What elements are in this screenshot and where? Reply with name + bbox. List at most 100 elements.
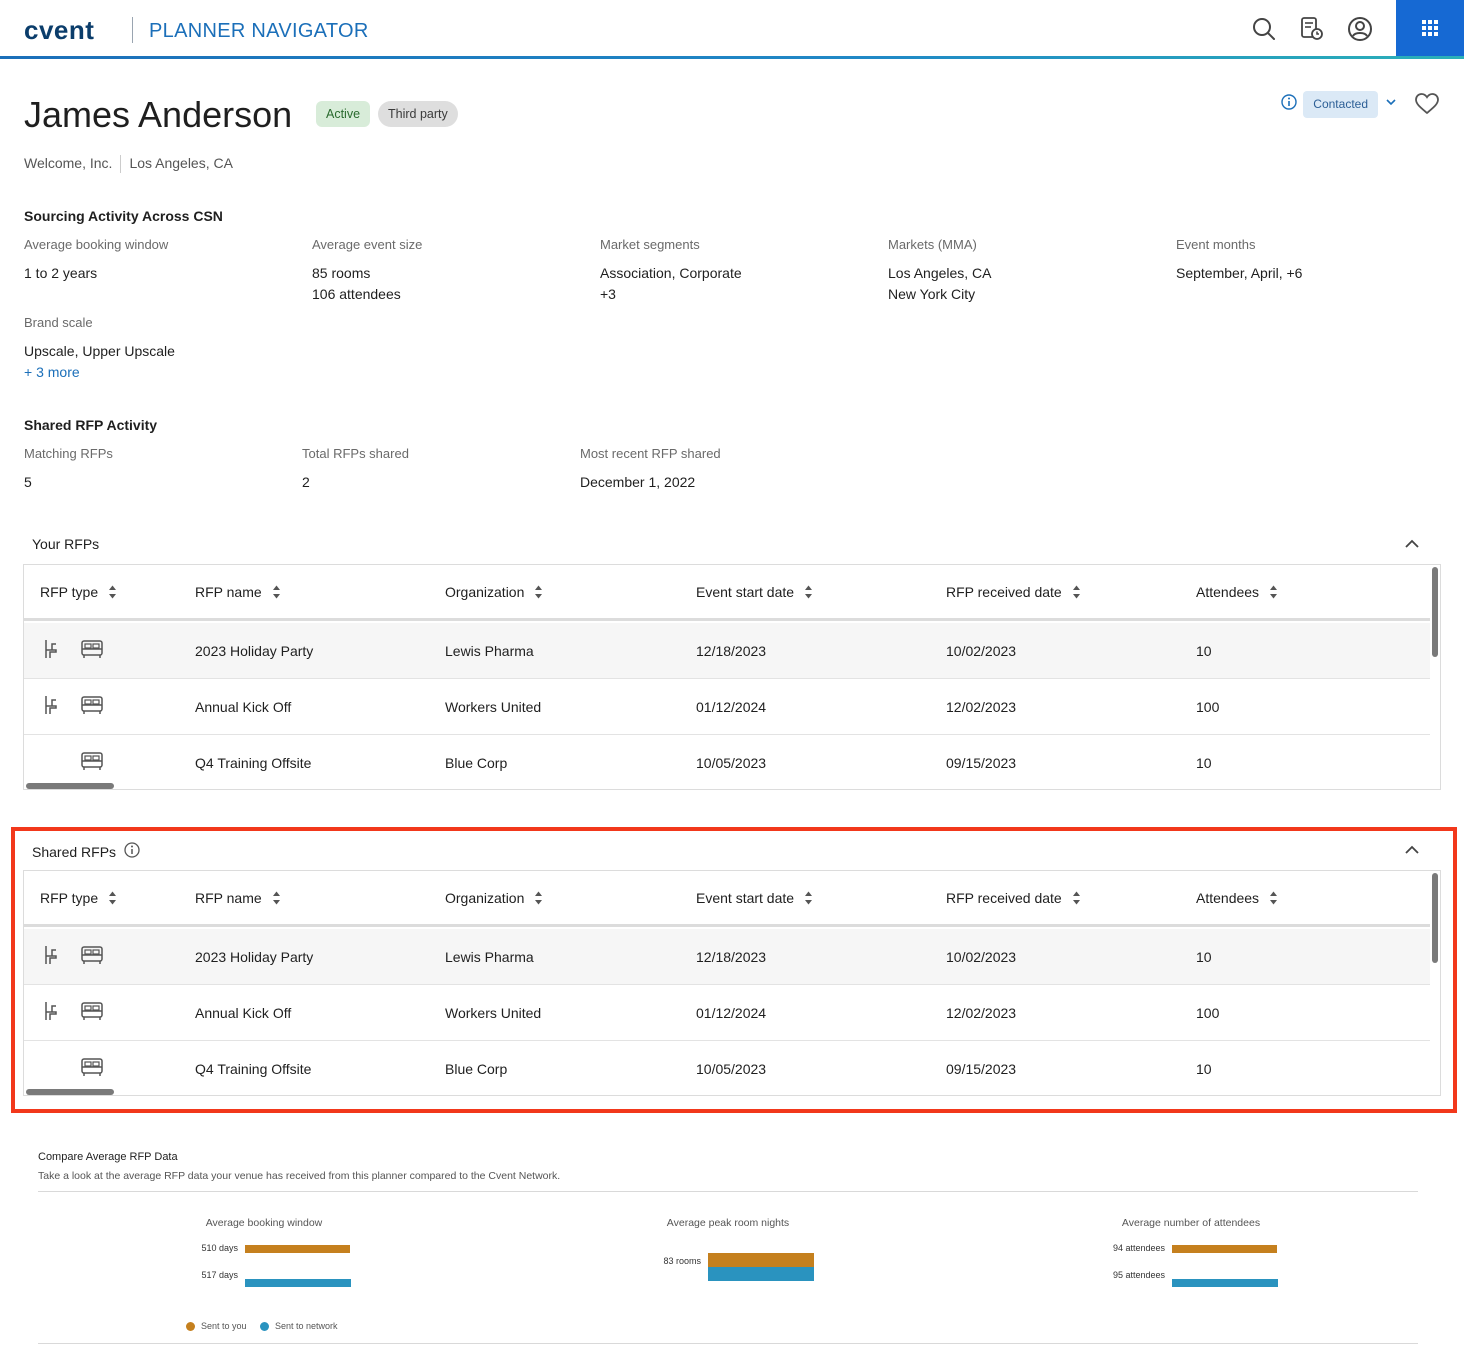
chart-title: Average peak room nights	[666, 1217, 790, 1229]
data-label: 95 attendees	[1112, 1270, 1165, 1280]
planner-name: James Anderson	[24, 94, 293, 135]
air-travel-icon	[42, 638, 62, 663]
column-header[interactable]: RFP name	[195, 565, 281, 618]
field-value: Association, Corporate +3	[600, 265, 742, 302]
divider	[38, 1343, 1418, 1344]
user-circle-icon[interactable]	[1347, 16, 1373, 42]
chart-bar	[708, 1267, 814, 1281]
vertical-scrollbar[interactable]	[1432, 567, 1438, 657]
table-cell: 10	[1196, 754, 1212, 771]
sleeping-room-icon	[80, 639, 104, 662]
divider	[38, 1191, 1418, 1192]
chevron-up-icon[interactable]	[1404, 536, 1420, 557]
table-cell: 12/02/2023	[946, 698, 1017, 715]
table-header-row: RFP type RFP name Organization Event start …	[24, 565, 1430, 621]
table-cell: Blue Corp	[445, 754, 508, 771]
planner-subinfo: Welcome, Inc. Los Angeles, CA	[24, 155, 233, 174]
field-label: Average booking window	[24, 237, 169, 252]
company-name: Welcome, Inc.	[24, 155, 113, 171]
field-label: Event months	[1176, 237, 1256, 252]
compare-subtitle: Take a look at the average RFP data your…	[38, 1170, 561, 1182]
apps-grid-icon	[1422, 20, 1438, 36]
top-bar: cvent PLANNER NAVIGATOR	[0, 0, 1464, 59]
chart-bar	[1172, 1279, 1278, 1287]
sleeping-room-icon	[80, 695, 104, 718]
legend-item: Sent to network	[260, 1321, 338, 1331]
planner-location: Los Angeles, CA	[129, 155, 233, 171]
chevron-down-icon[interactable]	[1384, 95, 1398, 114]
table-cell: 10/02/2023	[946, 642, 1017, 659]
sourcing-activity-title: Sourcing Activity Across CSN	[24, 208, 223, 224]
table-row[interactable]: Q4 Training Offsite Blue Corp 10/05/2023 09…	[24, 735, 1430, 789]
contacted-status-pill[interactable]: Contacted	[1303, 91, 1378, 118]
rfp-type-cell	[24, 623, 174, 678]
legend-item: Sent to you	[186, 1321, 247, 1331]
field-label: Markets (MMA)	[888, 237, 977, 252]
data-label: 83 rooms	[663, 1256, 701, 1266]
chart-bar	[1172, 1245, 1277, 1253]
table-cell: Workers United	[445, 698, 542, 715]
apps-grid-button[interactable]	[1396, 0, 1464, 56]
field-value: Los Angeles, CA New York City	[888, 265, 992, 302]
status-badge-active: Active	[316, 101, 371, 127]
field-value: 2	[302, 474, 310, 490]
your-rfps-table: RFP type RFP name Organization Event start …	[23, 564, 1441, 790]
table-cell[interactable]: Annual Kick Off	[195, 679, 291, 734]
table-row[interactable]: Annual Kick Off Workers United 01/12/2024 1…	[24, 679, 1430, 735]
column-header[interactable]: RFP type	[40, 565, 117, 618]
sort-icon[interactable]	[534, 584, 543, 600]
contact-status: Contacted	[1281, 91, 1398, 118]
field-label: Average event size	[312, 237, 423, 252]
show-more-link[interactable]: + 3 more	[24, 362, 175, 383]
field-value: September, April, +6	[1176, 265, 1303, 281]
shared-activity-title: Shared RFP Activity	[24, 417, 158, 433]
field-label: Market segments	[600, 237, 700, 252]
header-accent-line	[0, 56, 1464, 59]
cvent-logo[interactable]: cvent	[24, 15, 94, 46]
search-icon[interactable]	[1251, 16, 1277, 42]
sort-icon[interactable]	[804, 584, 813, 600]
column-header[interactable]: Attendees	[1196, 565, 1278, 618]
chart-bar	[245, 1279, 351, 1287]
sleeping-room-icon	[80, 751, 104, 774]
document-clock-icon[interactable]	[1299, 16, 1325, 42]
chart-bar	[245, 1245, 350, 1253]
column-header[interactable]: RFP received date	[946, 565, 1081, 618]
sort-icon[interactable]	[1072, 584, 1081, 600]
legend-swatch	[260, 1321, 269, 1331]
info-icon[interactable]	[1281, 94, 1297, 115]
column-header[interactable]: Organization	[445, 565, 543, 618]
app-title: PLANNER NAVIGATOR	[149, 20, 369, 42]
highlight-box	[11, 827, 1457, 1113]
field-label: Most recent RFP shared	[580, 446, 721, 461]
rfp-type-cell	[24, 679, 174, 734]
field-value: 5	[24, 474, 32, 490]
data-label: 510 days	[201, 1243, 238, 1253]
table-row[interactable]: 2023 Holiday Party Lewis Pharma 12/18/2023…	[24, 623, 1430, 679]
sort-icon[interactable]	[108, 584, 117, 600]
sort-icon[interactable]	[1269, 584, 1278, 600]
data-label: 517 days	[201, 1270, 238, 1280]
column-header[interactable]: Event start date	[696, 565, 813, 618]
chart-title: Average number of attendees	[1121, 1217, 1261, 1229]
field-value: Upscale, Upper Upscale + 3 more	[24, 341, 175, 383]
table-cell: 09/15/2023	[946, 754, 1017, 771]
horizontal-scrollbar[interactable]	[26, 783, 114, 789]
table-cell: 10	[1196, 642, 1212, 659]
badge-third-party: Third party	[378, 101, 458, 127]
compare-title: Compare Average RFP Data	[38, 1151, 178, 1163]
logo-divider	[132, 17, 133, 43]
field-value: December 1, 2022	[580, 474, 696, 490]
data-label: 94 attendees	[1112, 1243, 1165, 1253]
table-cell: 100	[1196, 698, 1220, 715]
rfp-type-cell	[24, 735, 174, 789]
table-cell[interactable]: 2023 Holiday Party	[195, 623, 313, 678]
air-travel-icon	[42, 694, 62, 719]
table-cell: 01/12/2024	[696, 698, 767, 715]
heart-icon[interactable]	[1414, 92, 1440, 121]
your-rfps-title: Your RFPs	[32, 536, 100, 552]
table-cell[interactable]: Q4 Training Offsite	[195, 735, 311, 789]
field-value: 85 rooms 106 attendees	[312, 265, 401, 302]
sort-icon[interactable]	[272, 584, 281, 600]
chart-bar	[708, 1253, 814, 1267]
